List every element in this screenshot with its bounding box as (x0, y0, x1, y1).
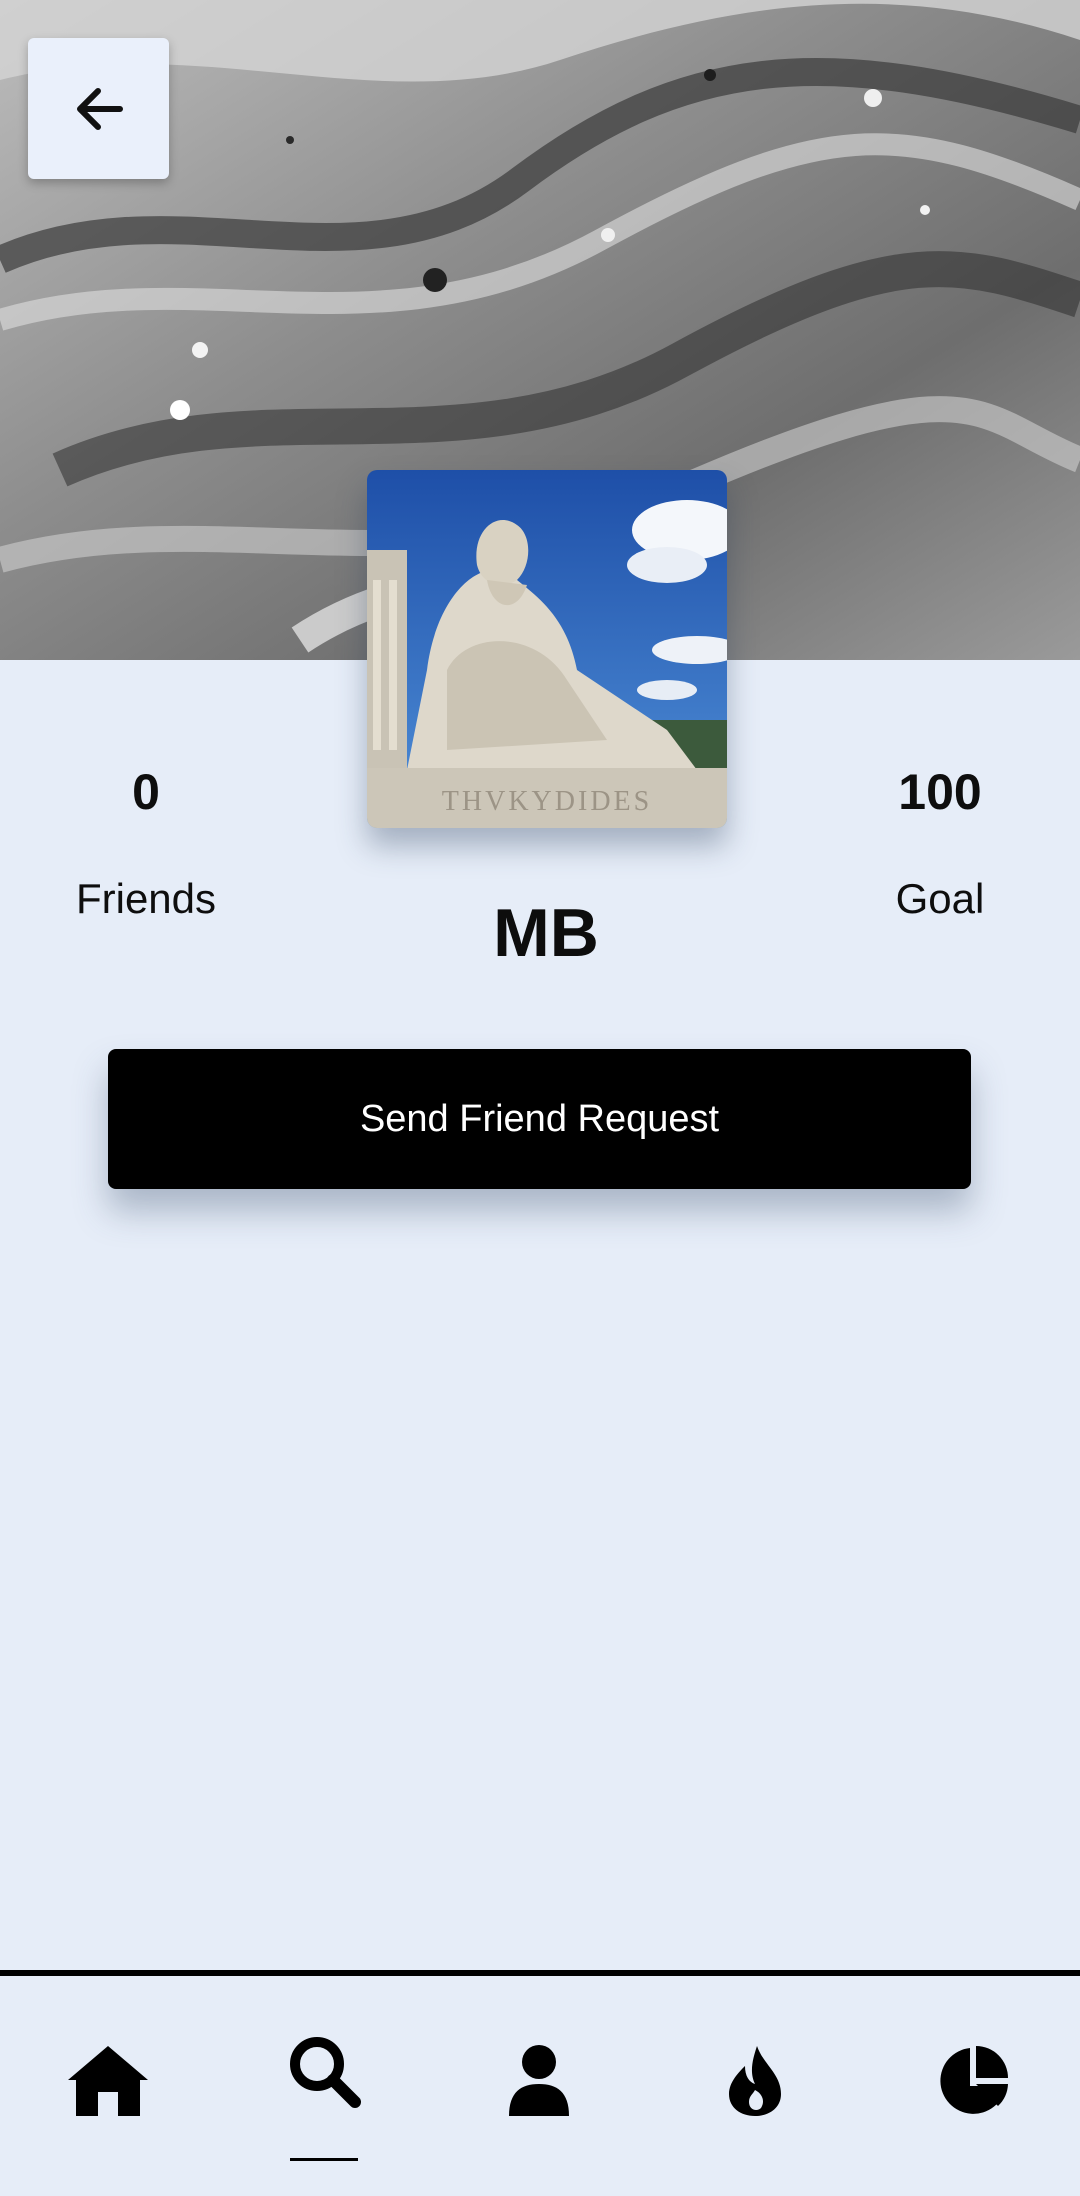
search-icon (290, 2037, 361, 2108)
nav-home[interactable] (53, 2026, 163, 2136)
send-friend-request-button[interactable]: Send Friend Request (108, 1049, 971, 1189)
home-icon (68, 2046, 148, 2116)
goal-stat: 100 Goal (820, 763, 1060, 943)
active-tab-indicator (290, 2158, 358, 2161)
friends-count: 0 (132, 764, 160, 820)
flame-icon (729, 2046, 781, 2116)
bottom-navigation (0, 1970, 1080, 2196)
avatar-inscription: THVKYDIDES (442, 786, 652, 817)
pie-chart-icon (940, 2046, 1008, 2114)
nav-profile[interactable] (484, 2026, 594, 2136)
friends-label: Friends (75, 875, 217, 922)
profile-avatar: THVKYDIDES (367, 470, 727, 828)
friends-stat: 0 Friends (26, 763, 266, 943)
goal-label: Goal (895, 875, 985, 922)
person-icon (509, 2045, 569, 2116)
goal-count: 100 (898, 764, 982, 820)
nav-stats[interactable] (918, 2026, 1028, 2136)
arrow-left-icon (76, 87, 123, 130)
nav-streak[interactable] (700, 2026, 810, 2136)
back-button[interactable] (28, 38, 169, 179)
nav-search[interactable] (269, 2016, 379, 2126)
profile-name: MB (493, 895, 599, 971)
